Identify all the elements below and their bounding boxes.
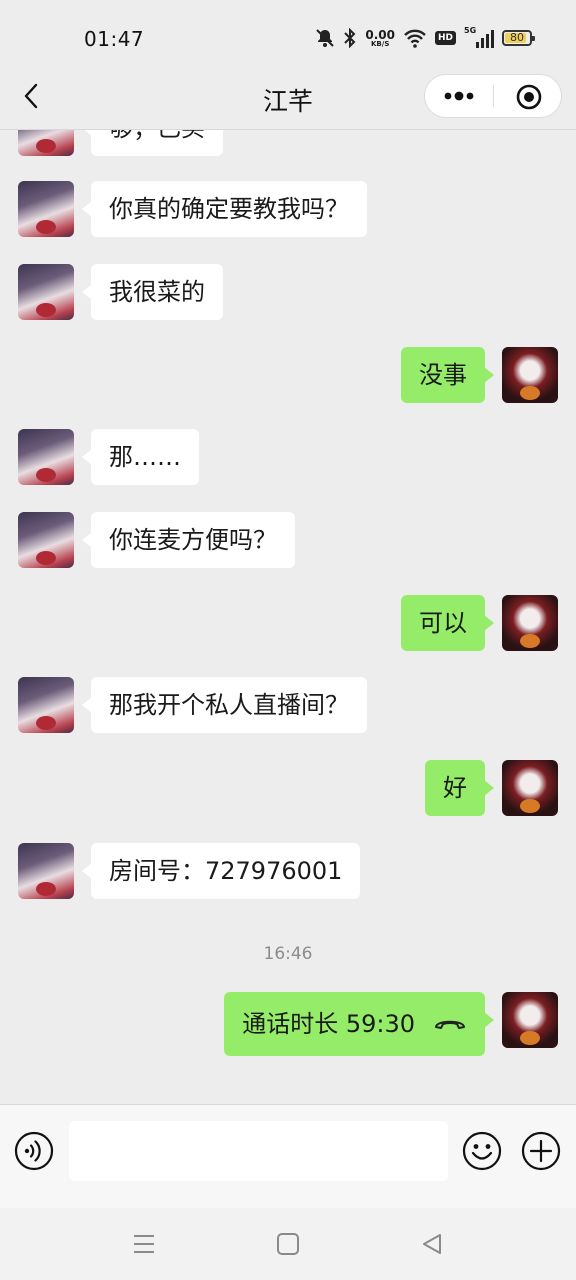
mini-program-capsule (424, 74, 562, 118)
hd-badge: HD (434, 31, 456, 45)
battery-icon: 80 (502, 30, 535, 46)
voice-icon[interactable] (14, 1131, 54, 1171)
signal-label: 5G (464, 26, 477, 35)
message-timestamp: 16:46 (263, 944, 313, 964)
chevron-left-icon[interactable] (18, 82, 46, 110)
message-input[interactable] (69, 1121, 448, 1181)
net-speed-value: 0.00 (365, 27, 395, 42)
message-bubble-incoming[interactable]: 你真的确定要教我吗？ (82, 181, 367, 237)
message-bubble-incoming[interactable]: 那我开个私人直播间？ (82, 677, 367, 733)
message-bubble-outgoing[interactable]: 没事 (401, 347, 494, 403)
message-bubble-outgoing[interactable]: 可以 (401, 595, 494, 651)
avatar-self[interactable] (502, 760, 558, 816)
wifi-icon (404, 29, 426, 48)
status-time: 01:47 (84, 27, 145, 51)
message-bubble-incoming[interactable]: 你连麦方便吗？ (82, 512, 295, 568)
avatar-contact[interactable] (18, 429, 74, 485)
capsule-divider (493, 85, 494, 107)
plus-icon[interactable] (521, 1131, 561, 1171)
avatar-contact[interactable] (18, 130, 74, 156)
net-speed: 0.00 KB/S (365, 29, 395, 48)
message-list[interactable]: 够；已买 你真的确定要教我吗？ 我很菜的 没事 那…… 你连麦方便吗？ 可以 那… (0, 130, 576, 1104)
avatar-self[interactable] (502, 992, 558, 1048)
system-navigation-bar (0, 1208, 576, 1280)
message-bubble-incoming[interactable]: 够；已买 (82, 130, 223, 156)
hangup-phone-icon (435, 1020, 465, 1029)
avatar-contact[interactable] (18, 512, 74, 568)
target-circle-icon[interactable] (515, 83, 543, 111)
avatar-self[interactable] (502, 347, 558, 403)
menu-icon[interactable] (130, 1230, 158, 1258)
message-bubble-incoming[interactable]: 房间号：727976001 (81, 843, 361, 899)
avatar-self[interactable] (502, 595, 558, 651)
chat-header: 江芊 (0, 72, 576, 130)
avatar-contact[interactable] (18, 264, 74, 320)
back-triangle-icon[interactable] (418, 1230, 446, 1258)
net-speed-unit: KB/S (371, 39, 390, 48)
input-bar (0, 1104, 576, 1208)
call-duration: 通话时长 59:30 (242, 1010, 415, 1038)
home-icon[interactable] (274, 1230, 302, 1258)
call-record-bubble[interactable]: 通话时长 59:30 (224, 992, 494, 1056)
bell-off-icon (316, 29, 335, 47)
bluetooth-icon (344, 28, 356, 48)
message-bubble-incoming[interactable]: 那…… (82, 429, 199, 485)
message-bubble-incoming[interactable]: 我很菜的 (82, 264, 223, 320)
status-bar: 01:47 0.00 KB/S HD 5G 80 (0, 0, 576, 72)
avatar-contact[interactable] (18, 677, 74, 733)
message-bubble-outgoing[interactable]: 好 (425, 760, 494, 816)
battery-level: 80 (510, 31, 524, 44)
emoji-icon[interactable] (462, 1131, 502, 1171)
more-dots-icon[interactable] (439, 83, 479, 109)
signal-icon: 5G (464, 26, 494, 48)
avatar-contact[interactable] (18, 181, 74, 237)
status-icons: 0.00 KB/S HD 5G 80 (315, 24, 535, 52)
avatar-contact[interactable] (18, 843, 74, 899)
